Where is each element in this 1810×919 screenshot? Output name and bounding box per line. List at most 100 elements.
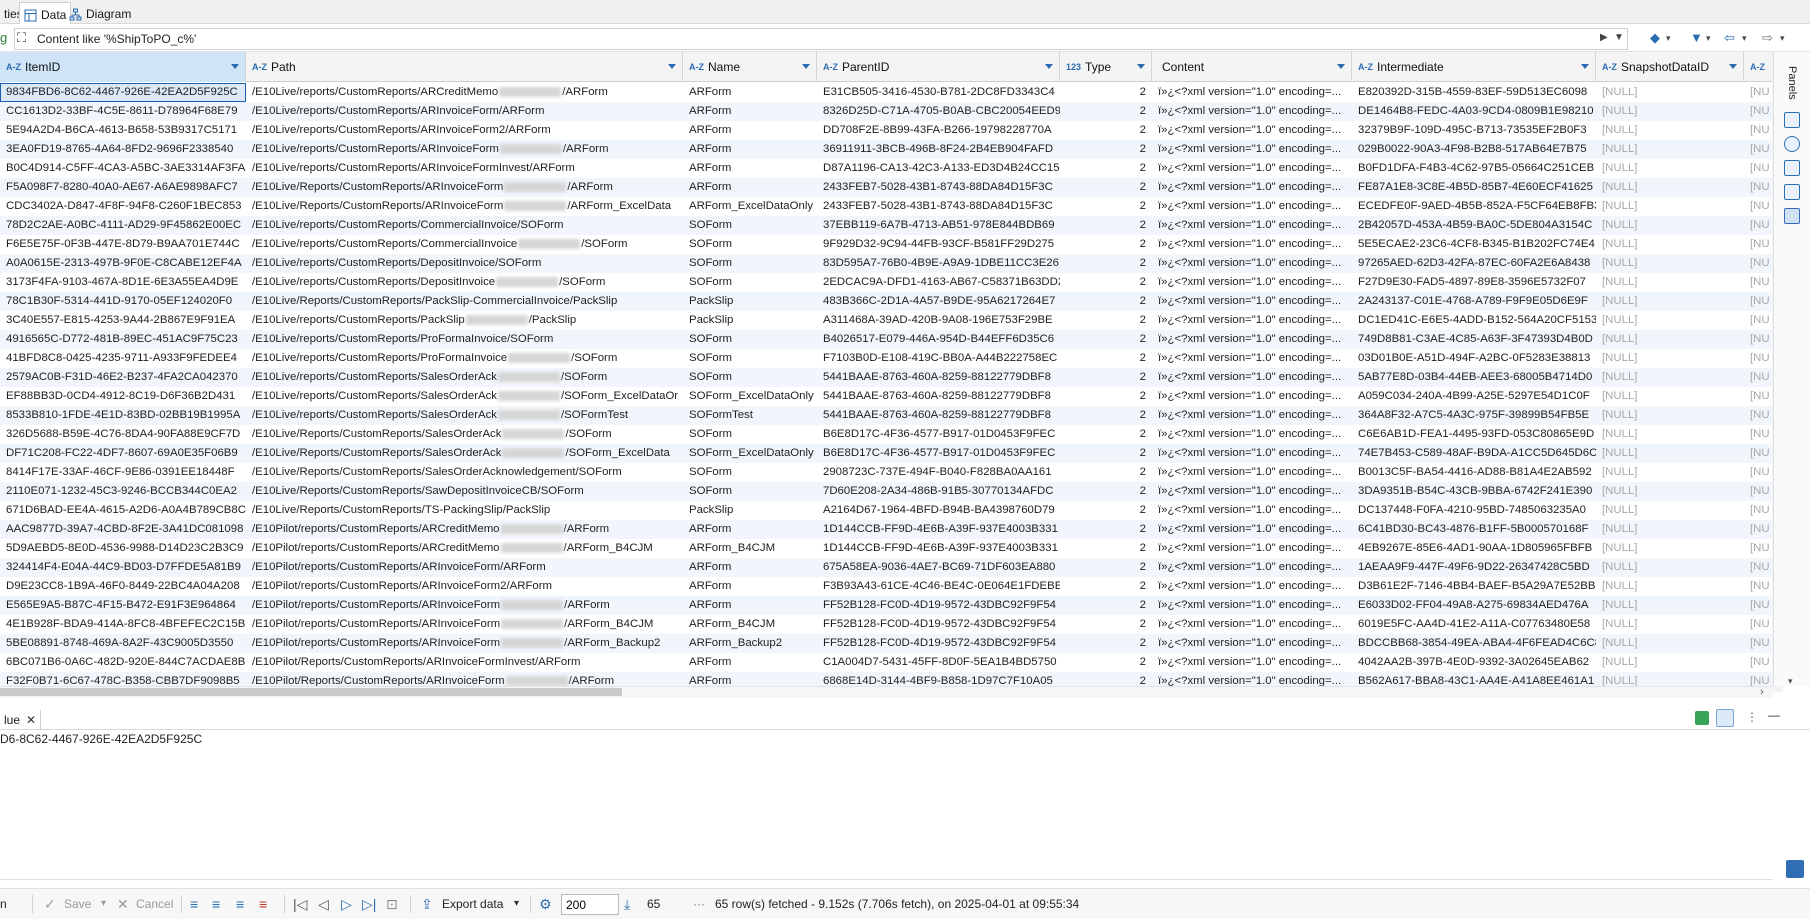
table-cell[interactable]: DE1464B8-FEDC-4A03-9CD4-0809B1E98210 (1352, 102, 1596, 121)
table-cell[interactable]: [NU (1744, 159, 1773, 178)
table-row[interactable]: 326D5688-B59E-4C76-8DA4-90FA88E9CF7D/E10… (0, 425, 1773, 444)
table-cell[interactable]: 2 (1060, 501, 1152, 520)
table-cell[interactable]: [NULL] (1596, 387, 1744, 406)
next-page-icon[interactable]: ▷ (341, 896, 352, 912)
table-cell[interactable]: B0C4D914-C5FF-4CA3-A5BC-3AE3314AF3FA (0, 159, 246, 178)
panel-icon-3[interactable] (1784, 160, 1800, 176)
table-cell[interactable]: A059C034-240A-4B99-A25E-5297E54D1C0F (1352, 387, 1596, 406)
table-cell[interactable]: [NU (1744, 83, 1773, 102)
table-cell[interactable]: FF52B128-FC0D-4D19-9572-43DBC92F9F54 (817, 596, 1060, 615)
table-cell[interactable]: [NULL] (1596, 159, 1744, 178)
table-cell[interactable]: 2 (1060, 558, 1152, 577)
table-cell[interactable]: A311468A-39AD-420B-9A08-196E753F29BE (817, 311, 1060, 330)
filter-icon[interactable]: ▼ (1690, 31, 1703, 45)
results-grid[interactable]: A-Z ItemID A-Z Path A-Z Name A-Z ParentID 123 Typ… (0, 52, 1773, 686)
table-cell[interactable]: SOForm (683, 349, 817, 368)
table-cell[interactable]: [NU (1744, 520, 1773, 539)
sort-dropdown-icon[interactable] (668, 64, 676, 69)
table-cell[interactable]: ARForm_ExcelDataOnly (683, 197, 817, 216)
table-cell[interactable]: [NU (1744, 197, 1773, 216)
table-cell[interactable]: B562A617-BBA8-43C1-AA4E-A41A8EE461A1 (1352, 672, 1596, 686)
table-cell[interactable]: 749D8B81-C3AE-4C85-A63F-3F47393D4B0D (1352, 330, 1596, 349)
table-cell[interactable]: 2 (1060, 311, 1152, 330)
table-cell[interactable]: B0013C5F-BA54-4416-AD88-B81A4E2AB592 (1352, 463, 1596, 482)
table-cell[interactable]: ï»¿<?xml version="1.0" encoding=... (1152, 406, 1352, 425)
save-dropdown-icon[interactable]: ▾ (101, 896, 106, 912)
cancel-button[interactable]: Cancel (136, 895, 173, 913)
table-cell[interactable]: [NULL] (1596, 121, 1744, 140)
table-cell[interactable]: 7D60E208-2A34-486B-91B5-30770134AFDC (817, 482, 1060, 501)
table-cell[interactable]: 3173F4FA-9103-467A-8D1E-6E3A55EA4D9E (0, 273, 246, 292)
table-cell[interactable]: [NU (1744, 311, 1773, 330)
sort-dropdown-icon[interactable] (1729, 64, 1737, 69)
table-row[interactable]: 8533B810-1FDE-4E1D-83BD-02BB19B1995A/E10… (0, 406, 1773, 425)
table-row[interactable]: 5BE08891-8748-469A-8A2F-43C9005D3550/E10… (0, 634, 1773, 653)
table-cell[interactable]: 2B42057D-453A-4B59-BA0C-5DE804A3154C (1352, 216, 1596, 235)
table-cell[interactable]: [NU (1744, 425, 1773, 444)
table-cell[interactable]: B6E8D17C-4F36-4577-B917-01D0453F9FEC (817, 425, 1060, 444)
table-cell[interactable]: SOForm (683, 482, 817, 501)
table-cell[interactable]: /E10Live/reports/CustomReports/SalesOrde… (246, 368, 683, 387)
row-count-icon[interactable]: ⤓ (624, 896, 630, 912)
table-cell[interactable]: F7103B0D-E108-419C-BB0A-A44B222758EC (817, 349, 1060, 368)
table-cell[interactable]: /E10Live/reports/CustomReports/PackSlip /… (246, 311, 683, 330)
table-cell[interactable]: 6019E5FC-AA4D-41E2-A11A-C07763480E58 (1352, 615, 1596, 634)
table-cell[interactable]: PackSlip (683, 501, 817, 520)
table-cell[interactable]: 2 (1060, 330, 1152, 349)
table-cell[interactable]: 83D595A7-76B0-4B9E-A9A9-1DBE11CC3E26 (817, 254, 1060, 273)
table-cell[interactable]: 8414F17E-33AF-46CF-9E86-0391EE18448F (0, 463, 246, 482)
table-cell[interactable]: SOForm_ExcelDataOnly (683, 387, 817, 406)
table-cell[interactable]: SOForm (683, 254, 817, 273)
horizontal-scroll-thumb[interactable] (0, 688, 622, 696)
table-cell[interactable]: 97265AED-62D3-42FA-87EC-60FA2E6A8438 (1352, 254, 1596, 273)
table-cell[interactable]: 2 (1060, 482, 1152, 501)
table-cell[interactable]: ARForm (683, 596, 817, 615)
table-cell[interactable]: 2 (1060, 368, 1152, 387)
table-cell[interactable]: 5D9AEBD5-8E0D-4536-9988-D14D23C2B3C9 (0, 539, 246, 558)
column-header[interactable]: A-Z Intermediate (1352, 52, 1596, 82)
table-cell[interactable]: [NULL] (1596, 444, 1744, 463)
table-cell[interactable]: 1D144CCB-FF9D-4E6B-A39F-937E4003B331 (817, 539, 1060, 558)
minimize-icon[interactable]: — (1768, 708, 1780, 722)
table-cell[interactable]: /E10Live/reports/CustomReports/ARInvoice… (246, 121, 683, 140)
table-cell[interactable]: E565E9A5-B87C-4F15-B472-E91F3E964864 (0, 596, 246, 615)
table-cell[interactable]: ï»¿<?xml version="1.0" encoding=... (1152, 349, 1352, 368)
table-cell[interactable]: B4026517-E079-446A-954D-B44EFF6D35C6 (817, 330, 1060, 349)
save-value-icon[interactable] (1695, 711, 1709, 725)
close-icon[interactable]: ✕ (26, 713, 36, 727)
table-cell[interactable]: [NULL] (1596, 653, 1744, 672)
table-cell[interactable]: SOForm (683, 216, 817, 235)
table-row[interactable]: F6E5E75F-0F3B-447E-8D79-B9AA701E744C/E10… (0, 235, 1773, 254)
table-cell[interactable]: ARForm (683, 178, 817, 197)
table-cell[interactable]: 2 (1060, 577, 1152, 596)
table-cell[interactable]: 5441BAAE-8763-460A-8259-88122779DBF8 (817, 406, 1060, 425)
table-cell[interactable]: 6868E14D-3144-4BF9-B858-1D97C7F10A05 (817, 672, 1060, 686)
table-cell[interactable]: SOForm (683, 463, 817, 482)
table-cell[interactable]: DC1ED41C-E6E5-4ADD-B152-564A20CF5153 (1352, 311, 1596, 330)
table-cell[interactable]: [NU (1744, 216, 1773, 235)
table-cell[interactable]: [NU (1744, 501, 1773, 520)
sort-dropdown-icon[interactable] (802, 64, 810, 69)
table-cell[interactable]: 2 (1060, 178, 1152, 197)
table-cell[interactable]: 2 (1060, 463, 1152, 482)
table-cell[interactable]: [NULL] (1596, 558, 1744, 577)
table-cell[interactable]: [NULL] (1596, 577, 1744, 596)
table-row[interactable]: 324414F4-E04A-44C9-BD03-D7FFDE5A81B9/E10… (0, 558, 1773, 577)
table-cell[interactable]: ARForm (683, 140, 817, 159)
table-cell[interactable]: /E10Live/reports/CustomReports/DepositIn… (246, 273, 683, 292)
table-cell[interactable]: 2 (1060, 292, 1152, 311)
more-icon[interactable]: ··· (693, 895, 705, 913)
table-cell[interactable]: 2110E071-1232-45C3-9246-BCCB344C0EA2 (0, 482, 246, 501)
table-row[interactable]: F5A098F7-8280-40A0-AE67-A6AE9898AFC7/E10… (0, 178, 1773, 197)
table-row[interactable]: 3EA0FD19-8765-4A64-8FD2-9696F2338540/E10… (0, 140, 1773, 159)
table-cell[interactable]: ï»¿<?xml version="1.0" encoding=... (1152, 83, 1352, 102)
tab-data[interactable]: Data (19, 2, 72, 24)
sort-dropdown-icon[interactable] (1337, 64, 1345, 69)
table-row[interactable]: 2579AC0B-F31D-46E2-B237-4FA2CA042370/E10… (0, 368, 1773, 387)
table-row[interactable]: DF71C208-FC22-4DF7-8607-69A0E35F06B9/E10… (0, 444, 1773, 463)
first-page-icon[interactable]: |◁ (293, 896, 307, 912)
table-cell[interactable]: /E10Live/Reports/CustomReports/SalesOrde… (246, 425, 683, 444)
table-cell[interactable]: [NU (1744, 463, 1773, 482)
table-cell[interactable]: /E10Pilot/Reports/CustomReports/ARInvoic… (246, 672, 683, 686)
table-cell[interactable]: [NU (1744, 349, 1773, 368)
